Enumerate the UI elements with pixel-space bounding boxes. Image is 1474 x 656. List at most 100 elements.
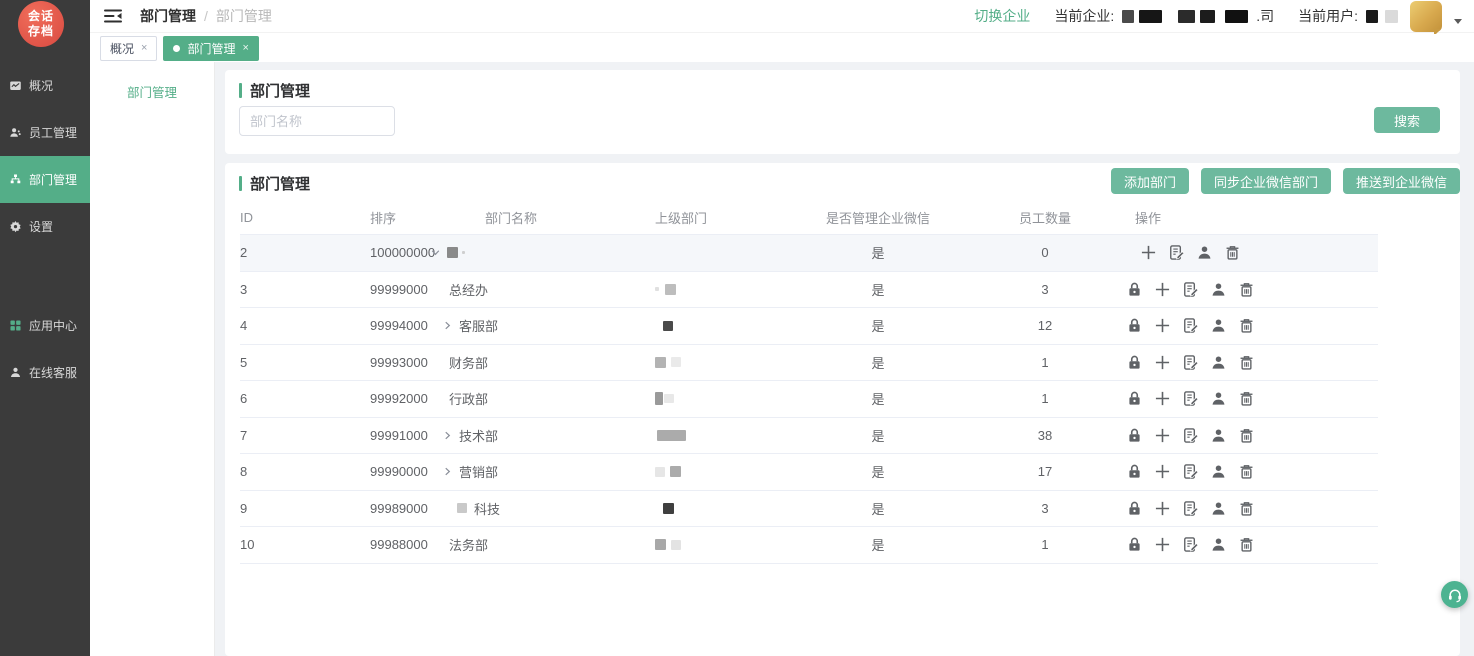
trash-icon[interactable] xyxy=(1238,317,1255,334)
trash-icon[interactable] xyxy=(1238,354,1255,371)
trash-icon[interactable] xyxy=(1238,536,1255,553)
edit-icon[interactable] xyxy=(1182,500,1199,517)
lock-icon[interactable] xyxy=(1126,281,1143,298)
tab-部门管理[interactable]: 部门管理× xyxy=(163,36,258,61)
user-icon[interactable] xyxy=(1210,317,1227,334)
employee-count: 12 xyxy=(985,308,1105,344)
users-icon xyxy=(9,126,22,139)
user-icon[interactable] xyxy=(1210,536,1227,553)
user-dropdown-caret-icon[interactable] xyxy=(1454,19,1462,24)
edit-icon[interactable] xyxy=(1182,281,1199,298)
search-button[interactable]: 搜索 xyxy=(1374,107,1440,133)
trash-icon[interactable] xyxy=(1238,500,1255,517)
department-id: 10 xyxy=(240,527,254,563)
plus-icon[interactable] xyxy=(1154,317,1171,334)
user-icon[interactable] xyxy=(1196,244,1213,261)
plus-icon[interactable] xyxy=(1154,390,1171,407)
lock-icon[interactable] xyxy=(1126,536,1143,553)
user-icon[interactable] xyxy=(1210,390,1227,407)
department-id: 3 xyxy=(240,272,247,308)
plus-icon[interactable] xyxy=(1154,281,1171,298)
department-name-text: 营销部 xyxy=(459,462,498,481)
sort-value: 99992000 xyxy=(370,381,428,417)
trash-icon[interactable] xyxy=(1238,427,1255,444)
tab-close-icon[interactable]: × xyxy=(141,42,147,54)
lock-icon[interactable] xyxy=(1126,463,1143,480)
action-button-同步企业微信部门[interactable]: 同步企业微信部门 xyxy=(1201,168,1331,194)
action-button-添加部门[interactable]: 添加部门 xyxy=(1111,168,1189,194)
breadcrumb: 部门管理 / 部门管理 xyxy=(140,6,272,26)
parent-department xyxy=(655,454,681,490)
wecom-managed: 是 xyxy=(798,418,958,454)
row-actions xyxy=(1090,345,1290,381)
edit-icon[interactable] xyxy=(1182,463,1199,480)
department-name-text: 行政部 xyxy=(449,389,488,408)
lock-icon[interactable] xyxy=(1126,390,1143,407)
edit-icon[interactable] xyxy=(1182,427,1199,444)
plus-icon[interactable] xyxy=(1154,500,1171,517)
redacted-block xyxy=(663,321,673,331)
wecom-managed: 是 xyxy=(798,454,958,490)
department-name-text: 技术部 xyxy=(459,426,498,445)
parent-department xyxy=(655,272,676,308)
user-icon[interactable] xyxy=(1210,500,1227,517)
submenu-item-department[interactable]: 部门管理 xyxy=(90,82,214,101)
tab-close-icon[interactable]: × xyxy=(242,42,248,54)
plus-icon[interactable] xyxy=(1140,244,1157,261)
plus-icon[interactable] xyxy=(1154,536,1171,553)
lock-icon[interactable] xyxy=(1126,354,1143,371)
tab-概况[interactable]: 概况× xyxy=(100,36,157,61)
current-company-label: 当前企业: xyxy=(1054,6,1114,26)
trash-icon[interactable] xyxy=(1238,390,1255,407)
redacted-block xyxy=(457,503,467,513)
row-actions xyxy=(1090,418,1290,454)
sidebar-item-部门管理[interactable]: 部门管理 xyxy=(0,156,90,203)
department-name: 总经办 xyxy=(430,272,488,308)
parent-department xyxy=(655,418,686,454)
lock-icon[interactable] xyxy=(1126,500,1143,517)
trash-icon[interactable] xyxy=(1238,281,1255,298)
sidebar-item-在线客服[interactable]: 在线客服 xyxy=(0,349,90,396)
trash-icon[interactable] xyxy=(1238,463,1255,480)
redacted-block xyxy=(663,503,674,514)
person-icon xyxy=(9,366,22,379)
column-header-是否管理企业微信: 是否管理企业微信 xyxy=(798,200,958,234)
sidebar-item-概况[interactable]: 概况 xyxy=(0,62,90,109)
lock-icon[interactable] xyxy=(1126,427,1143,444)
menu-fold-icon[interactable] xyxy=(104,9,122,23)
trash-icon[interactable] xyxy=(1224,244,1241,261)
plus-icon[interactable] xyxy=(1154,427,1171,444)
table-row: 2100000000是0 xyxy=(240,235,1378,272)
user-icon[interactable] xyxy=(1210,427,1227,444)
action-button-推送到企业微信[interactable]: 推送到企业微信 xyxy=(1343,168,1460,194)
switch-company-link[interactable]: 切换企业 xyxy=(974,6,1030,26)
table-row: 499994000客服部是12 xyxy=(240,308,1378,345)
user-icon[interactable] xyxy=(1210,354,1227,371)
user-icon[interactable] xyxy=(1210,463,1227,480)
sidebar-item-设置[interactable]: 设置 xyxy=(0,203,90,250)
department-name-input[interactable] xyxy=(239,106,395,136)
logo-line2: 存档 xyxy=(28,24,54,39)
sidebar-item-应用中心[interactable]: 应用中心 xyxy=(0,302,90,349)
edit-icon[interactable] xyxy=(1182,317,1199,334)
edit-icon[interactable] xyxy=(1182,354,1199,371)
redacted-block xyxy=(671,540,681,550)
caret-right-icon[interactable] xyxy=(442,466,453,477)
customer-service-fab[interactable] xyxy=(1441,581,1468,608)
user-icon[interactable] xyxy=(1210,281,1227,298)
breadcrumb-parent[interactable]: 部门管理 xyxy=(140,6,196,26)
caret-down-icon[interactable] xyxy=(430,247,441,258)
edit-icon[interactable] xyxy=(1182,536,1199,553)
caret-right-icon[interactable] xyxy=(442,320,453,331)
table-row: 599993000财务部是1 xyxy=(240,345,1378,382)
avatar[interactable] xyxy=(1410,1,1442,32)
column-header-操作: 操作 xyxy=(1135,200,1161,234)
plus-icon[interactable] xyxy=(1154,463,1171,480)
edit-icon[interactable] xyxy=(1168,244,1185,261)
lock-icon[interactable] xyxy=(1126,317,1143,334)
sidebar-item-员工管理[interactable]: 员工管理 xyxy=(0,109,90,156)
edit-icon[interactable] xyxy=(1182,390,1199,407)
plus-icon[interactable] xyxy=(1154,354,1171,371)
caret-right-icon[interactable] xyxy=(442,430,453,441)
row-actions xyxy=(1090,527,1290,563)
